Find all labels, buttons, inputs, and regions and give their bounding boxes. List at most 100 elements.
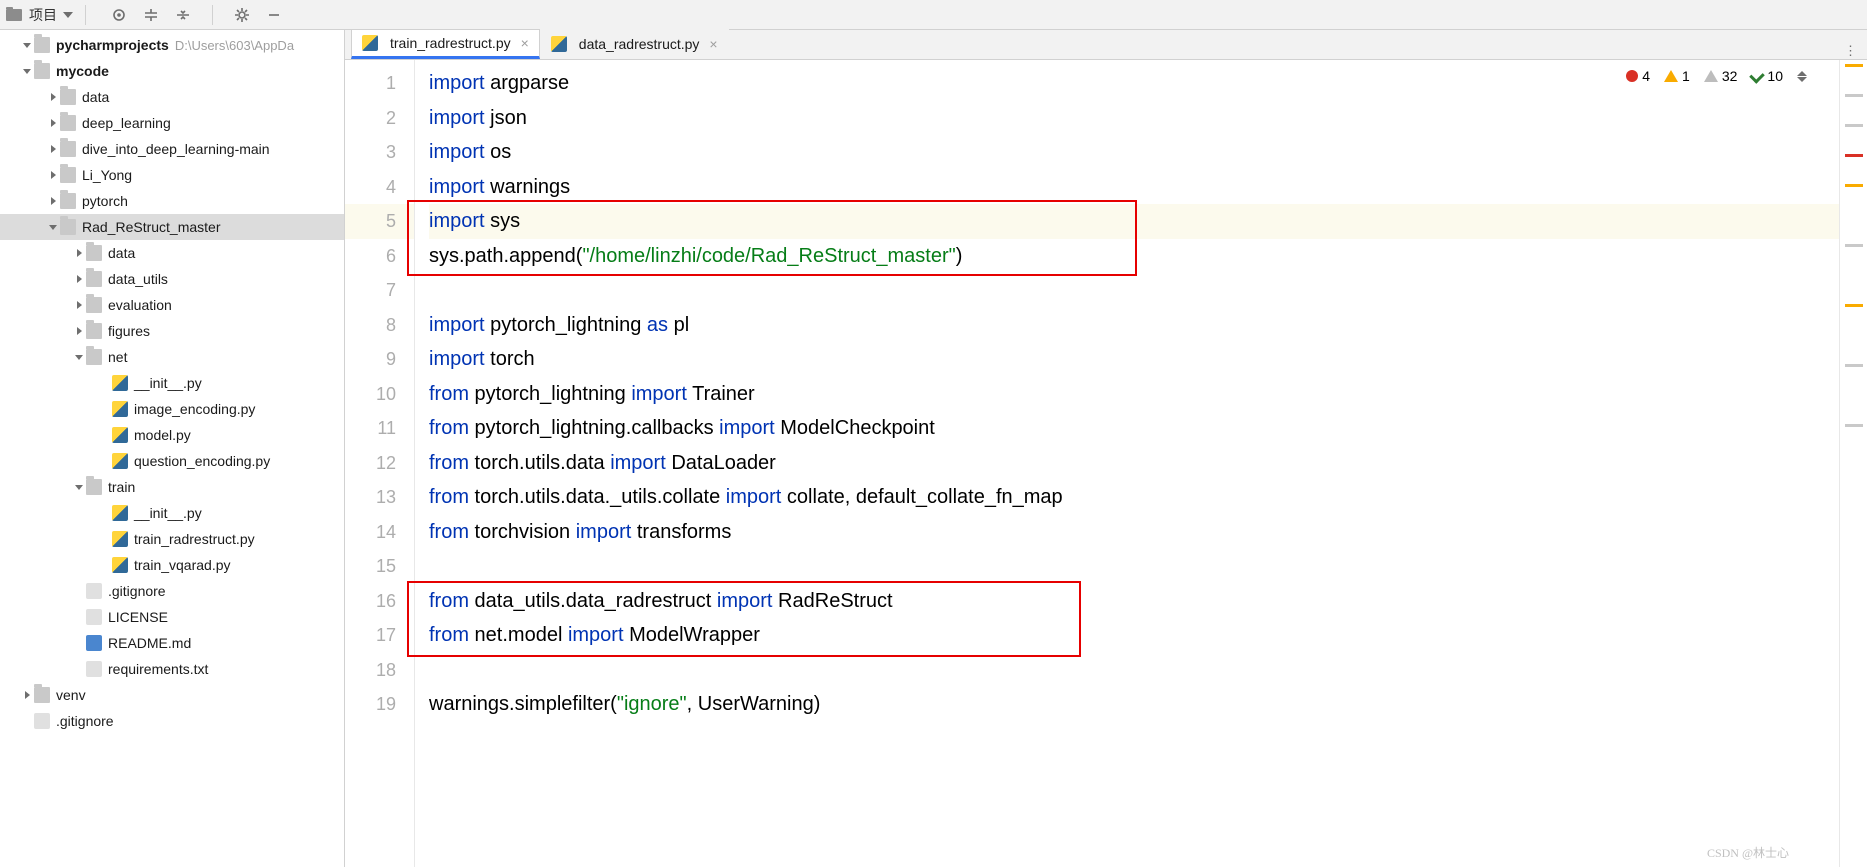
line-number: 10: [345, 377, 414, 412]
code-line[interactable]: from pytorch_lightning.callbacks import …: [429, 411, 1839, 446]
editor-tabs: train_radrestruct.py×data_radrestruct.py…: [345, 30, 1867, 60]
line-number: 4: [345, 170, 414, 205]
tree-item--init-py[interactable]: __init__.py: [0, 370, 344, 396]
tree-item-train-vqarad-py[interactable]: train_vqarad.py: [0, 552, 344, 578]
code-line[interactable]: from net.model import ModelWrapper: [429, 618, 1839, 653]
weak-warning-count: 32: [1722, 68, 1738, 84]
line-number: 14: [345, 515, 414, 550]
line-number: 7: [345, 273, 414, 308]
close-icon[interactable]: ×: [709, 36, 717, 52]
line-number: 9: [345, 342, 414, 377]
project-tree[interactable]: pycharmprojectsD:\Users\603\AppDamycoded…: [0, 30, 344, 867]
code-line[interactable]: warnings.simplefilter("ignore", UserWarn…: [429, 687, 1839, 722]
code-editor[interactable]: 12345678910111213141516171819 4 1 32 10 …: [345, 60, 1867, 867]
separator: [212, 5, 213, 25]
collapse-icon[interactable]: [174, 6, 192, 24]
project-label: 项目: [29, 5, 57, 25]
tree-item-image-encoding-py[interactable]: image_encoding.py: [0, 396, 344, 422]
tree-item-li-yong[interactable]: Li_Yong: [0, 162, 344, 188]
code-line[interactable]: import torch: [429, 342, 1839, 377]
tree-item--gitignore[interactable]: .gitignore: [0, 578, 344, 604]
ok-count: 10: [1767, 68, 1783, 84]
warning-count: 1: [1682, 68, 1690, 84]
tree-item--gitignore[interactable]: .gitignore: [0, 708, 344, 734]
close-icon[interactable]: ×: [521, 35, 529, 51]
code-line[interactable]: from data_utils.data_radrestruct import …: [429, 584, 1839, 619]
check-icon: [1750, 68, 1766, 84]
expand-icon[interactable]: [142, 6, 160, 24]
tree-item-question-encoding-py[interactable]: question_encoding.py: [0, 448, 344, 474]
code-line[interactable]: from torch.utils.data._utils.collate imp…: [429, 480, 1839, 515]
tree-item-license[interactable]: LICENSE: [0, 604, 344, 630]
line-number: 15: [345, 549, 414, 584]
tree-item--init-py[interactable]: __init__.py: [0, 500, 344, 526]
tab-data-radrestruct-py[interactable]: data_radrestruct.py×: [540, 29, 729, 59]
code-line[interactable]: sys.path.append("/home/linzhi/code/Rad_R…: [429, 239, 1839, 274]
toolbar: 项目: [0, 0, 1867, 30]
code-line[interactable]: import pytorch_lightning as pl: [429, 308, 1839, 343]
tree-item-train[interactable]: train: [0, 474, 344, 500]
tree-item-train-radrestruct-py[interactable]: train_radrestruct.py: [0, 526, 344, 552]
tree-item-requirements-txt[interactable]: requirements.txt: [0, 656, 344, 682]
tree-item-venv[interactable]: venv: [0, 682, 344, 708]
line-number: 3: [345, 135, 414, 170]
line-number: 12: [345, 446, 414, 481]
line-number: 8: [345, 308, 414, 343]
tree-item-data-utils[interactable]: data_utils: [0, 266, 344, 292]
watermark: CSDN @林士心: [1707, 844, 1789, 861]
code-line[interactable]: import warnings: [429, 170, 1839, 205]
line-number: 1: [345, 66, 414, 101]
error-count: 4: [1642, 68, 1650, 84]
tree-item-evaluation[interactable]: evaluation: [0, 292, 344, 318]
code-line[interactable]: [429, 273, 1839, 308]
minimize-icon[interactable]: [265, 6, 283, 24]
line-number: 16: [345, 584, 414, 619]
chevron-updown-icon[interactable]: [1797, 71, 1807, 82]
line-number: 19: [345, 687, 414, 722]
tabs-more-icon[interactable]: ⋮: [1844, 43, 1867, 59]
separator: [85, 5, 86, 25]
weak-warning-icon: [1704, 70, 1718, 82]
code-area[interactable]: 4 1 32 10 import argparseimport jsonimpo…: [415, 60, 1839, 867]
line-number: 17: [345, 618, 414, 653]
locate-icon[interactable]: [110, 6, 128, 24]
line-number: 6: [345, 239, 414, 274]
tree-item-data[interactable]: data: [0, 240, 344, 266]
tree-item-model-py[interactable]: model.py: [0, 422, 344, 448]
project-folder-icon: [6, 9, 22, 21]
project-sidebar: pycharmprojectsD:\Users\603\AppDamycoded…: [0, 30, 345, 867]
tree-item-deep-learning[interactable]: deep_learning: [0, 110, 344, 136]
tree-item-readme-md[interactable]: README.md: [0, 630, 344, 656]
line-number: 11: [345, 411, 414, 446]
chevron-down-icon[interactable]: [63, 12, 73, 18]
python-file-icon: [362, 35, 378, 51]
tree-item-rad-restruct-master[interactable]: Rad_ReStruct_master: [0, 214, 344, 240]
code-line[interactable]: from torch.utils.data import DataLoader: [429, 446, 1839, 481]
code-line[interactable]: import json: [429, 101, 1839, 136]
code-line[interactable]: from pytorch_lightning import Trainer: [429, 377, 1839, 412]
tree-item-mycode[interactable]: mycode: [0, 58, 344, 84]
line-gutter: 12345678910111213141516171819: [345, 60, 415, 867]
code-line[interactable]: import os: [429, 135, 1839, 170]
python-file-icon: [551, 36, 567, 52]
line-number: 2: [345, 101, 414, 136]
line-number: 18: [345, 653, 414, 688]
code-line[interactable]: from torchvision import transforms: [429, 515, 1839, 550]
warning-icon: [1664, 70, 1678, 82]
tab-train-radrestruct-py[interactable]: train_radrestruct.py×: [351, 29, 540, 59]
tree-item-data[interactable]: data: [0, 84, 344, 110]
project-root[interactable]: pycharmprojectsD:\Users\603\AppDa: [0, 32, 344, 58]
tree-item-figures[interactable]: figures: [0, 318, 344, 344]
code-line[interactable]: [429, 549, 1839, 584]
code-line[interactable]: [429, 653, 1839, 688]
gear-icon[interactable]: [233, 6, 251, 24]
analysis-bar[interactable]: 4 1 32 10: [1626, 68, 1807, 84]
line-number: 5: [345, 204, 414, 239]
tree-item-pytorch[interactable]: pytorch: [0, 188, 344, 214]
line-number: 13: [345, 480, 414, 515]
minimap[interactable]: [1839, 60, 1867, 867]
tree-item-dive-into-deep-learning-main[interactable]: dive_into_deep_learning-main: [0, 136, 344, 162]
tree-item-net[interactable]: net: [0, 344, 344, 370]
code-line[interactable]: import sys: [429, 204, 1839, 239]
error-icon: [1626, 70, 1638, 82]
